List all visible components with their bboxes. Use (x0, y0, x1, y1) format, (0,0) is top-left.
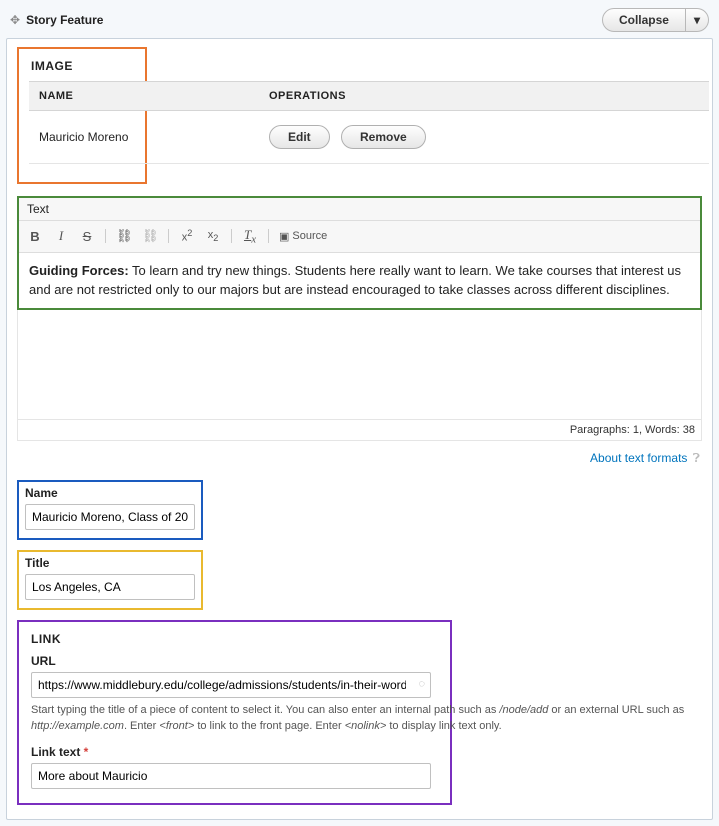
bold-icon[interactable]: B (27, 229, 43, 244)
link-icon[interactable]: ⛓ (116, 228, 132, 244)
title-label: Title (25, 556, 195, 570)
unlink-icon[interactable]: ⛓ (142, 228, 158, 244)
title-field-group: Title (17, 550, 203, 610)
text-editor-label: Text (19, 198, 700, 221)
name-field-group: Name (17, 480, 203, 540)
text-editor: Text B I S ⛓ ⛓ x2 x2 Tx ▣ Source Guiding… (17, 196, 702, 310)
source-icon: ▣ (279, 230, 289, 243)
image-section-label: IMAGE (31, 59, 135, 73)
help-icon[interactable]: ❓︎ (693, 451, 700, 465)
image-row-name: Mauricio Moreno (29, 111, 259, 164)
source-button[interactable]: ▣ Source (279, 230, 327, 243)
strike-icon[interactable]: S (79, 229, 95, 244)
editor-toolbar: B I S ⛓ ⛓ x2 x2 Tx ▣ Source (19, 221, 700, 253)
loading-icon: ◌ (418, 678, 425, 690)
superscript-icon[interactable]: x2 (179, 228, 195, 244)
remove-format-icon[interactable]: Tx (242, 227, 258, 246)
about-text-formats-link[interactable]: About text formats (590, 451, 687, 465)
link-section-label: LINK (31, 632, 438, 646)
remove-button[interactable]: Remove (341, 125, 426, 149)
italic-icon[interactable]: I (53, 228, 69, 244)
name-label: Name (25, 486, 195, 500)
url-help-text: Start typing the title of a piece of con… (31, 702, 711, 735)
image-section: IMAGE NAME OPERATIONS Mauricio Moreno Ed… (17, 47, 147, 184)
editor-footer: Paragraphs: 1, Words: 38 (17, 420, 702, 441)
editor-padding (17, 310, 702, 420)
editor-bold-text: Guiding Forces: (29, 263, 129, 278)
link-text-input[interactable] (31, 763, 431, 789)
drag-handle-icon[interactable]: ✥ (10, 13, 20, 27)
collapse-button[interactable]: Collapse (602, 8, 686, 32)
edit-button[interactable]: Edit (269, 125, 330, 149)
collapse-dropdown-button[interactable]: ▾ (686, 8, 709, 32)
name-input[interactable] (25, 504, 195, 530)
link-text-label: Link text * (31, 745, 438, 759)
col-name: NAME (29, 82, 259, 111)
url-input[interactable] (31, 672, 431, 698)
subscript-icon[interactable]: x2 (205, 229, 221, 243)
link-section: LINK URL ◌ Start typing the title of a p… (17, 620, 452, 805)
editor-body[interactable]: Guiding Forces: To learn and try new thi… (19, 253, 700, 308)
table-row: Mauricio Moreno Edit Remove (29, 111, 709, 164)
title-input[interactable] (25, 574, 195, 600)
image-table: NAME OPERATIONS Mauricio Moreno Edit Rem… (29, 81, 709, 164)
panel-title: Story Feature (26, 13, 602, 27)
url-label: URL (31, 654, 438, 668)
col-operations: OPERATIONS (259, 82, 709, 111)
